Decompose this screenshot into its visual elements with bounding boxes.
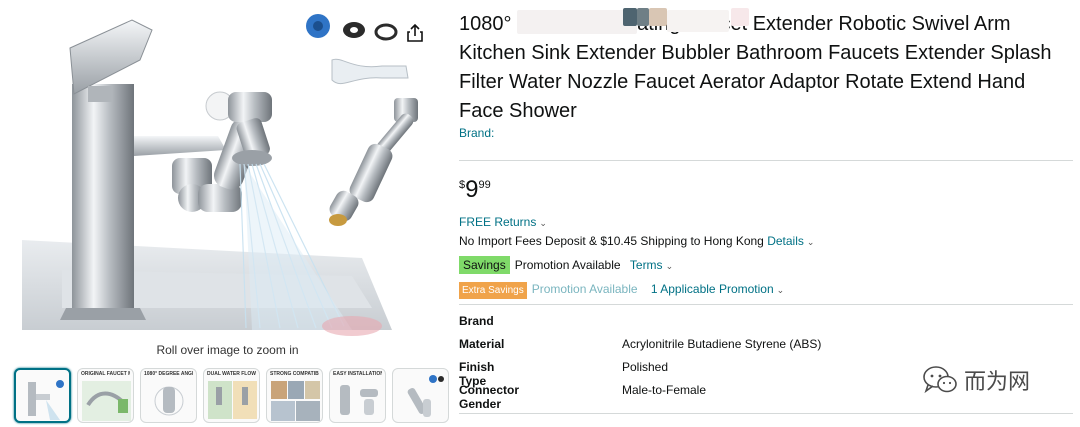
redaction-patch [637, 8, 649, 26]
terms-link[interactable]: Terms [630, 258, 663, 272]
thumbnail-1[interactable] [14, 368, 71, 423]
free-returns-link[interactable]: FREE Returns [459, 215, 536, 229]
chevron-down-icon[interactable]: ⌄ [539, 218, 547, 228]
thumbnail-strip: ORIGINAL FAUCET MODE 1080° DEGREE ANGLE … [14, 368, 449, 423]
brand-link[interactable]: Brand: [459, 126, 494, 140]
thumbnail-2[interactable]: ORIGINAL FAUCET MODE [77, 368, 134, 423]
promotion-available-text: Promotion Available [514, 258, 621, 272]
thumbnail-3[interactable]: 1080° DEGREE ANGLE [140, 368, 197, 423]
thumbnail-4[interactable]: DUAL WATER FLOW MODE [203, 368, 260, 423]
extra-savings-badge: Extra Savings [459, 282, 527, 299]
price: $999 [459, 176, 491, 203]
savings-badge: Savings [459, 256, 510, 274]
main-product-image[interactable] [22, 8, 440, 340]
extra-savings-row: Extra Savings Promotion Available 1 Appli… [459, 282, 784, 299]
zoom-hint: Roll over image to zoom in [156, 343, 299, 357]
shipping-text: No Import Fees Deposit & $10.45 Shipping… [459, 234, 764, 248]
extra-promotion-text: Promotion Available [531, 282, 638, 296]
chevron-down-icon[interactable]: ⌄ [807, 237, 815, 247]
divider [459, 160, 1073, 161]
divider [459, 413, 1073, 414]
share-icon[interactable] [404, 22, 426, 44]
chevron-down-icon[interactable]: ⌄ [666, 261, 674, 271]
savings-row: Savings Promotion Available Terms ⌄ [459, 256, 673, 274]
watermark: 而为网 [922, 364, 1030, 396]
redaction-patch [649, 8, 667, 26]
redaction-patch [517, 10, 637, 34]
free-returns-row: FREE Returns ⌄ [459, 215, 547, 229]
redaction-patch [731, 8, 749, 26]
applicable-promotion-link[interactable]: 1 Applicable Promotion [651, 282, 774, 296]
watermark-text: 而为网 [964, 370, 1031, 395]
thumbnail-6[interactable]: EASY INSTALLATION [329, 368, 386, 423]
divider [459, 304, 1073, 305]
thumbnail-5[interactable]: STRONG COMPATIBILITY [266, 368, 323, 423]
redaction-patch [623, 8, 637, 26]
shipping-row: No Import Fees Deposit & $10.45 Shipping… [459, 234, 814, 248]
details-link[interactable]: Details [767, 234, 804, 248]
image-gallery: Roll over image to zoom in ORIGINAL FAUC… [0, 0, 449, 427]
thumbnail-7[interactable] [392, 368, 449, 423]
redaction-patch [667, 10, 729, 32]
chevron-down-icon[interactable]: ⌄ [777, 285, 785, 295]
wechat-icon [923, 366, 957, 394]
